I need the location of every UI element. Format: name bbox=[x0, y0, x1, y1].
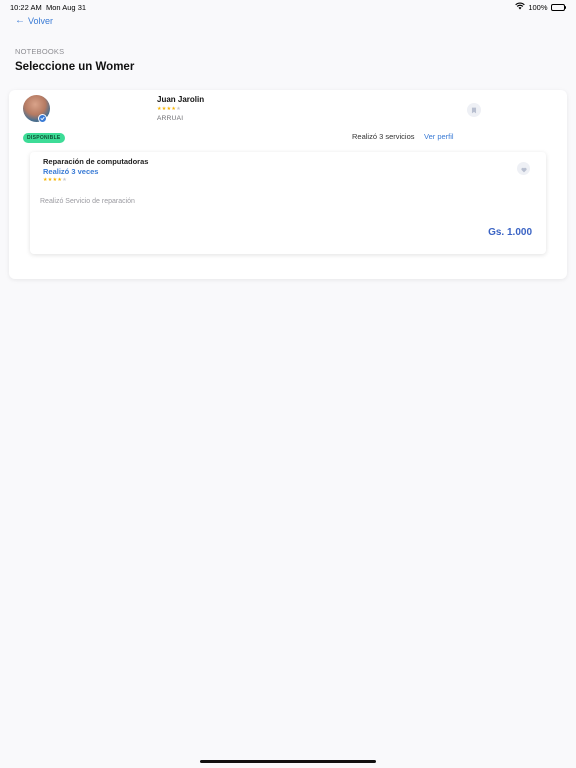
home-indicator[interactable] bbox=[200, 760, 376, 763]
view-profile-link[interactable]: Ver perfil bbox=[424, 132, 454, 141]
service-rating: ★★★★★ bbox=[43, 178, 67, 183]
service-times: Realizó 3 veces bbox=[43, 167, 99, 176]
provider-rating: ★★★★★ bbox=[157, 107, 181, 112]
services-count: Realizó 3 servicios bbox=[352, 132, 415, 141]
battery-percent: 100% bbox=[528, 2, 548, 12]
back-button[interactable]: ← Volver bbox=[15, 15, 54, 27]
service-price: Gs. 1.000 bbox=[488, 227, 532, 238]
status-bar: 10:22 AM Mon Aug 31 100% bbox=[0, 0, 576, 14]
bookmark-button[interactable] bbox=[467, 103, 481, 117]
provider-location: ARRUAI bbox=[157, 115, 184, 122]
status-indicators: 100% bbox=[515, 2, 566, 12]
service-description: Realizó Servicio de reparación bbox=[40, 198, 135, 205]
provider-card: Juan Jarolin ★★★★★ ARRUAI DISPONIBLE Rea… bbox=[9, 90, 567, 279]
provider-name: Juan Jarolin bbox=[157, 95, 205, 104]
battery-icon bbox=[550, 3, 566, 11]
arrow-left-icon: ← bbox=[15, 15, 25, 26]
verified-check-icon bbox=[38, 114, 47, 123]
category-label: NOTEBOOKS bbox=[15, 47, 65, 56]
heart-icon bbox=[520, 160, 527, 178]
service-title: Reparación de computadoras bbox=[43, 157, 149, 166]
bookmark-icon bbox=[471, 101, 477, 119]
status-badge: DISPONIBLE bbox=[23, 133, 65, 143]
service-card[interactable]: Reparación de computadoras Realizó 3 vec… bbox=[30, 152, 546, 254]
star-empty-icon: ★ bbox=[176, 106, 181, 112]
status-time: 10:22 AM bbox=[10, 3, 42, 12]
status-date: Mon Aug 31 bbox=[46, 3, 87, 12]
back-label: Volver bbox=[28, 16, 54, 26]
favorite-button[interactable] bbox=[517, 162, 530, 175]
page-title: Seleccione un Womer bbox=[15, 61, 135, 73]
star-empty-icon: ★ bbox=[62, 177, 67, 183]
wifi-icon bbox=[515, 2, 526, 12]
